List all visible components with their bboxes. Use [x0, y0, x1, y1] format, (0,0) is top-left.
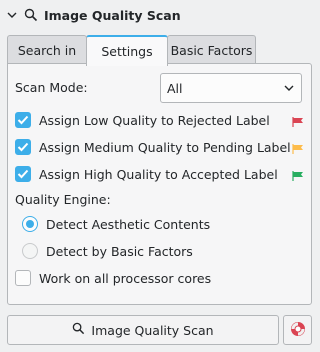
green-flag-icon [292, 169, 304, 184]
engine-aesthetic-option[interactable]: Detect Aesthetic Contents [13, 216, 210, 232]
low-quality-label: Assign Low Quality to Rejected Label [39, 112, 270, 128]
scan-button-label: Image Quality Scan [91, 322, 214, 338]
tab-search-in[interactable]: Search in [7, 35, 87, 64]
search-icon [72, 322, 85, 338]
search-icon [24, 8, 38, 22]
engine-basic-label: Detect by Basic Factors [46, 243, 193, 259]
medium-quality-label: Assign Medium Quality to Pending Label [39, 139, 291, 155]
tab-label: Settings [101, 44, 153, 59]
medium-quality-checkbox[interactable] [15, 139, 31, 155]
high-quality-label: Assign High Quality to Accepted Label [39, 166, 278, 182]
low-quality-option[interactable]: Assign Low Quality to Rejected Label [15, 112, 270, 128]
engine-basic-option[interactable]: Detect by Basic Factors [13, 243, 193, 259]
quality-engine-label: Quality Engine: [15, 192, 111, 207]
low-quality-checkbox[interactable] [15, 112, 31, 128]
engine-aesthetic-label: Detect Aesthetic Contents [46, 216, 211, 232]
scan-mode-select[interactable]: All [160, 73, 302, 103]
section-header[interactable]: Image Quality Scan [6, 4, 181, 26]
radio-dot [26, 220, 34, 228]
high-quality-checkbox[interactable] [15, 166, 31, 182]
image-quality-scan-button[interactable]: Image Quality Scan [7, 315, 279, 345]
engine-aesthetic-radio[interactable] [22, 216, 38, 232]
chevron-down-icon[interactable] [6, 12, 18, 19]
quality-engine-heading: Quality Engine: [15, 192, 111, 207]
all-cores-option[interactable]: Work on all processor cores [15, 270, 211, 286]
tab-label: Basic Factors [170, 42, 253, 58]
medium-quality-option[interactable]: Assign Medium Quality to Pending Label [15, 139, 291, 155]
lifebuoy-icon [290, 321, 306, 340]
tab-label: Search in [17, 42, 77, 58]
high-quality-option[interactable]: Assign High Quality to Accepted Label [15, 166, 278, 182]
chevron-down-icon [283, 82, 295, 97]
tab-basic-factors[interactable]: Basic Factors [167, 35, 256, 64]
help-button[interactable] [283, 315, 312, 345]
red-flag-icon [292, 115, 304, 130]
settings-panel: Scan Mode: All Assign Low Quality to Rej… [7, 63, 312, 305]
section-title: Image Quality Scan [44, 7, 181, 23]
tab-settings[interactable]: Settings [86, 35, 168, 66]
engine-basic-radio[interactable] [22, 243, 38, 259]
scan-mode-value: All [167, 80, 183, 96]
all-cores-label: Work on all processor cores [39, 270, 212, 286]
scan-mode-label: Scan Mode: [15, 80, 88, 95]
yellow-flag-icon [292, 142, 304, 157]
all-cores-checkbox[interactable] [15, 270, 31, 286]
scan-mode-row: Scan Mode: [15, 80, 88, 95]
tab-bar: Search in Settings Basic Factors [7, 35, 256, 66]
